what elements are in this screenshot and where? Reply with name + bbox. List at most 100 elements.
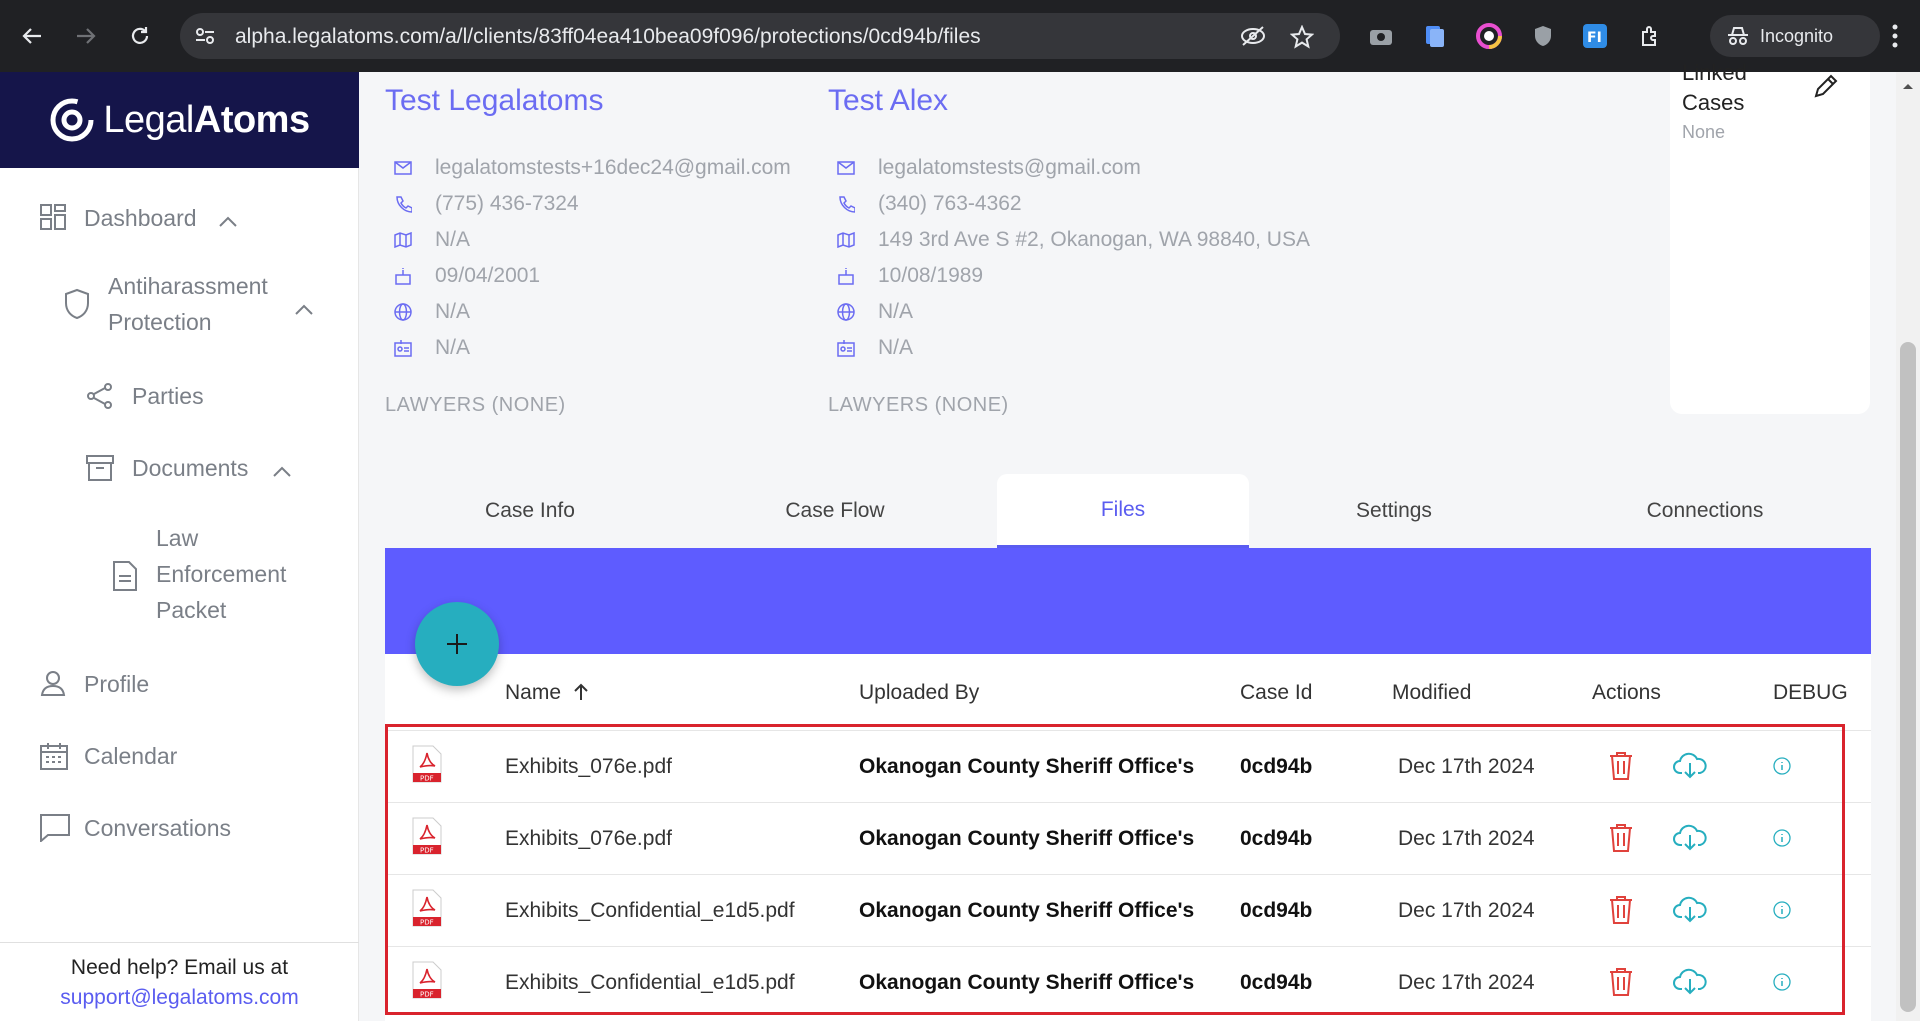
scroll-up-arrow-icon[interactable] [1896,78,1920,94]
file-name[interactable]: Exhibits_Confidential_e1d5.pdf [505,971,795,995]
column-header-actions: Actions [1592,681,1661,704]
party2-address: 149 3rd Ave S #2, Okanogan, WA 98840, US… [878,228,1310,251]
table-row[interactable]: PDF Exhibits_076e.pdf Okanogan County Sh… [385,730,1871,802]
modified-date: Dec 17th 2024 [1398,971,1535,994]
info-icon[interactable] [1773,901,1791,924]
forward-button[interactable] [68,18,104,54]
incognito-badge[interactable]: Incognito [1710,15,1880,57]
sidebar-item-label: Law [156,525,199,551]
fi-extension-icon[interactable]: FI [1580,21,1610,51]
add-file-button[interactable] [415,602,499,686]
party1-name[interactable]: Test Legalatoms [385,84,603,118]
sidebar-item-calendar[interactable]: Calendar [40,736,290,776]
table-row[interactable]: PDF Exhibits_Confidential_e1d5.pdf Okano… [385,946,1871,1018]
column-header-modified[interactable]: Modified [1392,681,1471,705]
column-header-name[interactable]: Name [505,681,589,705]
trash-icon[interactable] [1608,823,1634,858]
sidebar-item-dashboard[interactable]: Dashboard [40,198,340,238]
trash-icon[interactable] [1608,967,1634,1002]
edit-pencil-icon[interactable] [1812,72,1840,105]
extensions-puzzle-icon[interactable] [1636,21,1666,51]
url-text[interactable]: alpha.legalatoms.com/a/l/clients/83ff04e… [235,25,981,49]
tab-case-flow[interactable]: Case Flow [675,474,995,548]
party2-name[interactable]: Test Alex [828,84,948,118]
cloud-download-icon[interactable] [1673,823,1707,856]
id-badge-icon [393,338,413,358]
file-name[interactable]: Exhibits_076e.pdf [505,755,672,779]
back-button[interactable] [14,18,50,54]
sidebar-item-profile[interactable]: Profile [40,664,290,704]
eye-off-icon[interactable] [1240,25,1266,52]
party1-id: N/A [435,336,471,359]
party2-lawyers: LAWYERS (NONE) [828,394,1009,416]
sidebar-item-label: Conversations [84,815,232,841]
chevron-up-icon[interactable] [272,458,292,485]
sidebar-item-label: Antiharassment [108,273,268,299]
files-banner [385,548,1871,654]
site-settings-icon[interactable] [194,25,216,52]
file-name[interactable]: Exhibits_Confidential_e1d5.pdf [505,899,795,923]
linked-cases-title: Linked Cases [1682,60,1747,115]
sidebar-item-label: Calendar [84,743,178,769]
sidebar-item-label: Protection [108,309,212,335]
trash-icon[interactable] [1608,751,1634,786]
sidebar-item-documents[interactable]: Documents [86,448,336,488]
tab-settings[interactable]: Settings [1249,474,1539,548]
sidebar-item-antiharassment-protection[interactable]: Antiharassment Protection [64,268,334,344]
shield-extension-icon[interactable] [1528,21,1558,51]
party2-phone: (340) 763-4362 [878,192,1022,215]
tab-connections[interactable]: Connections [1539,474,1871,548]
cloud-download-icon[interactable] [1673,895,1707,928]
info-icon[interactable] [1773,829,1791,852]
camera-extension-icon[interactable] [1366,21,1396,51]
bookmark-star-icon[interactable] [1289,24,1315,54]
sidebar-item-law-enforcement-packet[interactable]: Law Enforcement Packet [112,520,332,632]
sidebar-item-label: Parties [132,383,204,409]
svg-text:FI: FI [1587,30,1602,46]
svg-text:PDF: PDF [420,847,434,855]
cloud-download-icon[interactable] [1673,751,1707,784]
trash-icon[interactable] [1608,895,1634,930]
docs-extension-icon[interactable] [1420,21,1450,51]
reload-button[interactable] [122,18,158,54]
phone-icon [836,194,856,214]
info-icon[interactable] [1773,757,1791,780]
table-row[interactable]: PDF Exhibits_076e.pdf Okanogan County Sh… [385,802,1871,874]
sidebar-item-conversations[interactable]: Conversations [40,808,320,848]
birthday-cake-icon [836,266,856,286]
party1-language: N/A [435,300,471,323]
brand-logo[interactable]: LegalAtoms [0,72,359,168]
chevron-up-icon[interactable] [294,296,314,323]
cloud-download-icon[interactable] [1673,967,1707,1000]
brand-name: LegalAtoms [103,98,310,141]
party1-lawyers: LAWYERS (NONE) [385,394,566,416]
sidebar-item-label: Profile [84,671,150,697]
party1-language-row: N/A [393,300,470,324]
table-row[interactable]: PDF Exhibits_Confidential_e1d5.pdf Okano… [385,874,1871,946]
tab-files[interactable]: Files [997,474,1249,548]
incognito-label: Incognito [1760,25,1834,46]
uploaded-by: Okanogan County Sheriff Office's [859,971,1195,994]
address-bar[interactable]: alpha.legalatoms.com/a/l/clients/83ff04e… [180,13,1340,59]
party1-dob-row: 09/04/2001 [393,264,540,288]
column-header-case-id[interactable]: Case Id [1240,681,1312,705]
sidebar-item-parties[interactable]: Parties [86,376,306,416]
chevron-up-icon[interactable] [218,208,238,235]
support-email-link[interactable]: support@legalatoms.com [60,986,298,1009]
color-picker-extension-icon[interactable] [1474,21,1504,51]
tab-case-info[interactable]: Case Info [385,474,675,548]
scrollbar-thumb[interactable] [1900,342,1916,1012]
info-icon[interactable] [1773,973,1791,996]
files-table: Name Uploaded By Case Id Modified Action… [385,654,1871,1021]
forward-arrow-icon [77,28,96,44]
uploaded-by: Okanogan County Sheriff Office's [859,899,1195,922]
map-icon [836,230,856,250]
file-name[interactable]: Exhibits_076e.pdf [505,827,672,851]
linked-cases-value: None [1682,122,1726,142]
party2-id: N/A [878,336,914,359]
column-header-uploaded-by[interactable]: Uploaded By [859,681,979,705]
document-icon [112,560,138,598]
sidebar-item-label: Documents [132,455,249,481]
browser-menu-icon[interactable] [1880,20,1910,52]
page-scrollbar[interactable] [1896,72,1920,1021]
